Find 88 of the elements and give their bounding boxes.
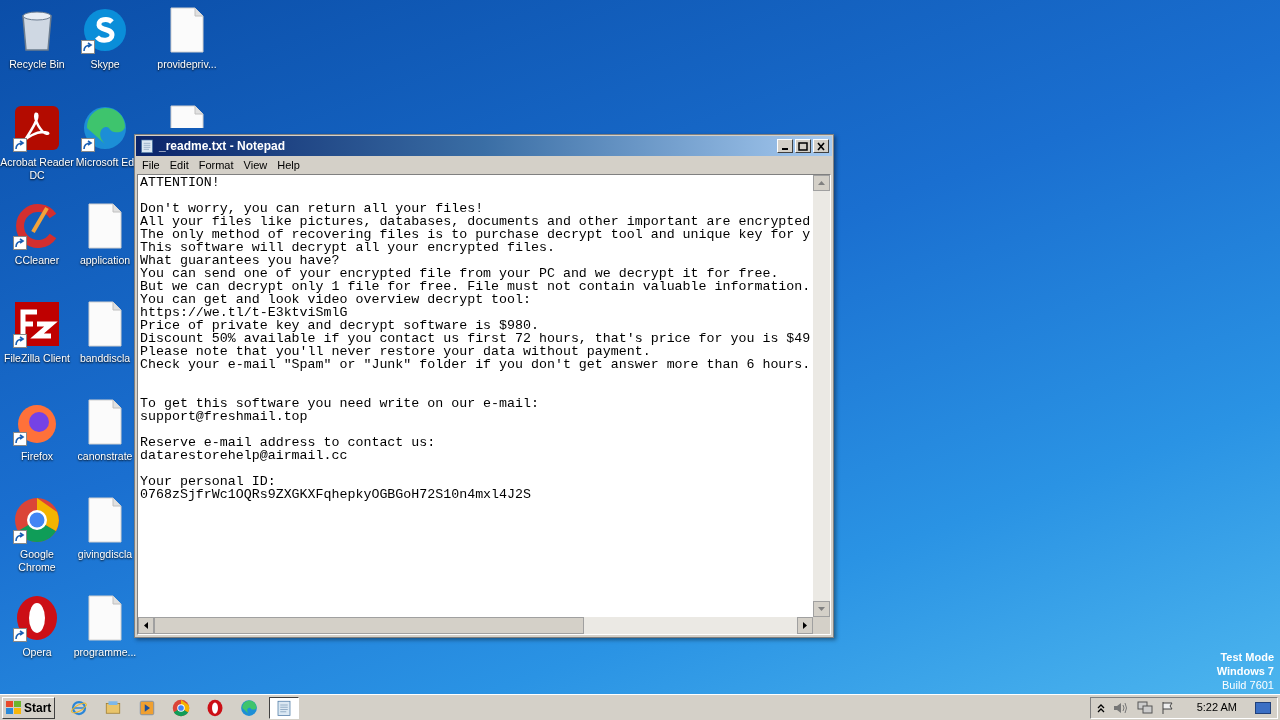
notepad-icon [275,698,294,717]
menu-item[interactable]: Help [272,156,305,174]
menu-item[interactable]: File [137,156,165,174]
resize-grip[interactable] [813,617,830,634]
maximize-icon [798,141,808,151]
vertical-scrollbar[interactable] [813,175,830,617]
chrome-icon [13,496,61,544]
desktop-icon-label[interactable]: Microsoft Ed [75,156,135,169]
text-line: Discount 50% available if you contact us first 72 hours, that's price for you is $49 [140,331,811,346]
text-line: ATTENTION! [140,175,220,190]
horizontal-scrollbar[interactable] [138,617,813,634]
text-line: support@freshmail.top [140,409,308,424]
folder-icon [104,698,123,717]
scroll-thumb[interactable] [154,617,584,634]
network-icon[interactable] [1136,700,1153,715]
scroll-left-icon [144,622,148,629]
scroll-up-icon [818,181,825,185]
text-line: Your personal ID: [140,474,276,489]
text-line: What guarantees you have? [140,253,340,268]
desktop-icon-label[interactable]: Recycle Bin [9,58,65,71]
desktop-icon-label[interactable]: banddiscla [79,352,131,365]
desktop-icon-label[interactable]: Acrobat Reader DC [0,156,74,182]
os-notice-text: Test Mode [1220,650,1274,664]
text-line: Don't worry, you can return all your files! [140,201,484,216]
show-desktop-button[interactable] [1255,701,1271,714]
minimize-icon [782,148,788,150]
shortcut-arrow-icon [13,432,27,446]
minimize-button[interactable] [777,139,793,153]
shortcut-arrow-icon [13,334,27,348]
edge-icon [81,104,129,152]
scroll-right-icon [803,622,807,629]
flag-icon[interactable] [1160,700,1175,715]
text-line: Price of private key and decrypt software is $980. [140,318,539,333]
text-line: You can get and look video overview decrypt tool: [140,292,531,307]
start-button[interactable]: Start [2,696,56,719]
opera-icon [206,698,225,717]
skype-icon [81,6,129,54]
close-button[interactable] [813,139,829,153]
close-icon [816,141,826,151]
desktop-icon-label[interactable]: CCleaner [14,254,60,267]
chrome-icon [172,698,191,717]
text-line: Please note that you'll never restore your data without payment. [140,344,651,359]
desktop-icon-label[interactable]: programme... [73,646,137,659]
desktop-icon-label[interactable]: FileZilla Client [4,352,70,365]
scroll-down-icon [818,607,825,611]
menu-item[interactable]: Format [193,156,239,174]
shortcut-arrow-icon [81,138,95,152]
shortcut-arrow-icon [13,530,27,544]
shortcut-arrow-icon [13,236,27,250]
maximize-button[interactable] [795,139,811,153]
desktop-icon-label[interactable]: Firefox [20,450,54,463]
filezilla-icon [13,300,61,348]
text-line: You can send one of your encrypted file from your PC and we decrypt it for free. [140,266,779,281]
text-line: 0768zSjfrWc1OQRs9ZXGKXFqhepkyOGBGoH72S10n4mxl4J2S [140,487,531,502]
shortcut-arrow-icon [13,628,27,642]
browser-icon [70,698,89,717]
windows-logo-icon [6,700,22,715]
text-line: This software will decrypt all your encrypted files. [140,240,555,255]
desktop-icon-label[interactable]: Skype [90,58,120,71]
text-line: datarestorehelp@airmail.cc [140,448,348,463]
speaker-icon[interactable] [1112,700,1129,715]
clock[interactable]: 5:22 AM [1196,699,1237,716]
desktop-icon-label[interactable]: providepriv... [157,58,217,71]
text-line: The only method of recovering files is to purchase decrypt tool and unique key for y [140,227,811,242]
window-title: _readme.txt - Notepad [159,138,286,155]
taskbar-button[interactable] [269,696,300,719]
menu-item[interactable]: Edit [164,156,194,174]
text-line: Check your e-mail "Spam" or "Junk" folder if you don't get answer more than 6 hours. [140,357,811,372]
text-line: But we can decrypt only 1 file for free. File must not contain valuable information. [140,279,811,294]
desktop-icon-label[interactable]: application [79,254,131,267]
shortcut-arrow-icon [81,40,95,54]
chevron-up-icon[interactable] [1096,702,1105,713]
desktop-icon-label[interactable]: givingdiscla [77,548,133,561]
pdf-app-icon [13,104,61,152]
shortcut-arrow-icon [13,138,27,152]
menu-item[interactable]: View [238,156,273,174]
desktop-icon-label[interactable]: Google Chrome [0,548,74,574]
edge-icon [240,698,259,717]
text-line: Reserve e-mail address to contact us: [140,435,436,450]
os-notice-text: Windows 7 [1216,664,1274,678]
notepad-icon [139,138,155,154]
desktop-icon-label[interactable]: Opera [22,646,52,659]
desktop-icon-label[interactable]: canonstrate [77,450,133,463]
media-player-icon [138,698,157,717]
os-notice-text: Build 7601 [1222,678,1274,692]
text-line: All your files like pictures, databases, documents and other important are encrypted [140,214,811,229]
text-line: https://we.tl/t-E3ktviSmlG [140,305,348,320]
text-line: To get this software you need write on our e-mail: [140,396,539,411]
